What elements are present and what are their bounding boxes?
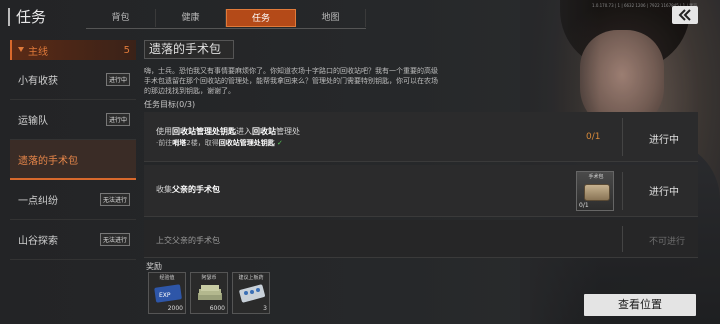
task-screen: 任务 背包 健康 任务 地图 1.0.170.73 | 1 | 6632 120… bbox=[0, 0, 720, 324]
reward-value: 3 bbox=[263, 305, 267, 312]
goal-row[interactable]: 使用回收站管理处钥匙进入回收站管理处 ·前往哨塔2楼，取得回收站管理处钥匙 ✓ … bbox=[144, 112, 698, 162]
quest-sidebar: 主线 5 小有收获 进行中 运输队 进行中 遗落的手术包 一点纠纷 无法进行 山… bbox=[10, 40, 136, 260]
tab-map[interactable]: 地图 bbox=[296, 9, 366, 27]
reward-name: 经验值 bbox=[159, 275, 175, 281]
category-label: 主线 bbox=[28, 46, 48, 58]
divider bbox=[622, 118, 623, 156]
status-badge: 无法进行 bbox=[99, 193, 130, 206]
goal-text: 收集父亲的手术包 bbox=[156, 184, 220, 195]
goal-text-part: 上交 bbox=[156, 236, 172, 245]
sidebar-item-label: 一点纠纷 bbox=[18, 196, 58, 207]
goal-row[interactable]: 收集父亲的手术包 手术包 0/1 进行中 bbox=[144, 165, 698, 217]
goal-sub-part: 2楼，取得 bbox=[186, 139, 219, 147]
category-count: 5 bbox=[123, 44, 130, 56]
goal-status: 进行中 bbox=[649, 187, 679, 198]
goal-subtext: ·前往哨塔2楼，取得回收站管理处钥匙 ✓ bbox=[156, 138, 283, 148]
goal-text-part: 收集 bbox=[156, 185, 172, 194]
reward-exp[interactable]: 经验值 EXP 2000 bbox=[148, 272, 186, 314]
rewards-label: 奖励 bbox=[146, 262, 162, 271]
status-badge: 进行中 bbox=[105, 73, 130, 86]
goal-sub-part: ·前往 bbox=[156, 139, 173, 147]
sidebar-item-label: 小有收获 bbox=[18, 76, 58, 87]
reward-name: 建议上板药 bbox=[238, 275, 264, 281]
check-icon: ✓ bbox=[276, 139, 283, 147]
goal-text-part: 使用 bbox=[156, 127, 172, 136]
reward-name: 阿瑟币 bbox=[201, 275, 217, 281]
sidebar-item-surgery-kit[interactable]: 遗落的手术包 bbox=[10, 140, 136, 180]
goal-text-part: 管理处 bbox=[276, 127, 300, 136]
goal-key-item: 父亲的手术包 bbox=[172, 185, 220, 194]
category-main[interactable]: 主线 5 bbox=[10, 40, 136, 60]
goal-sub-item: 回收站管理处钥匙 bbox=[218, 139, 275, 147]
reward-cash[interactable]: 阿瑟币 6000 bbox=[190, 272, 228, 314]
goals-label: 任务目标(0/3) bbox=[144, 100, 196, 109]
pill-pack-icon bbox=[239, 284, 265, 303]
item-slot-surgery-kit[interactable]: 手术包 0/1 bbox=[576, 171, 614, 211]
surgery-bag-icon bbox=[584, 184, 610, 201]
sidebar-item-convoy[interactable]: 运输队 进行中 bbox=[10, 100, 136, 140]
goal-location: 回收站 bbox=[252, 127, 276, 136]
goal-status: 不可进行 bbox=[649, 237, 686, 247]
back-button[interactable] bbox=[672, 6, 698, 24]
status-badge: 无法进行 bbox=[99, 233, 130, 246]
goal-text: 上交父亲的手术包 bbox=[156, 235, 220, 246]
quest-title: 遗落的手术包 bbox=[144, 40, 234, 59]
status-badge: 进行中 bbox=[105, 113, 130, 126]
sidebar-item-label: 山谷探索 bbox=[18, 236, 58, 247]
divider bbox=[622, 226, 623, 252]
reward-pills[interactable]: 建议上板药 3 bbox=[232, 272, 270, 314]
page-title: 任务 bbox=[8, 8, 46, 26]
cash-stack-icon bbox=[198, 285, 222, 300]
collapse-triangle-icon bbox=[18, 47, 24, 52]
tab-tasks[interactable]: 任务 bbox=[226, 9, 296, 27]
view-location-button[interactable]: 查看位置 bbox=[584, 294, 696, 316]
goal-status: 进行中 bbox=[649, 135, 679, 146]
goal-key-item: 回收站管理处钥匙 bbox=[172, 127, 236, 136]
quest-detail: 遗落的手术包 嗨，士兵。恐怕我又有事情要麻烦你了。你知道农场十字路口的回收站吧？… bbox=[144, 40, 698, 110]
goal-text-part: 进入 bbox=[236, 127, 252, 136]
reward-value: 2000 bbox=[167, 305, 183, 312]
divider bbox=[622, 172, 623, 210]
quest-description: 嗨，士兵。恐怕我又有事情要麻烦你了。你知道农场十字路口的回收站吧？我有一个重要的… bbox=[144, 67, 438, 95]
item-name: 手术包 bbox=[588, 174, 604, 180]
tab-health[interactable]: 健康 bbox=[156, 9, 226, 27]
goal-sub-location: 哨塔 bbox=[172, 139, 187, 147]
sidebar-item-label: 运输队 bbox=[18, 116, 48, 127]
sidebar-item-harvest[interactable]: 小有收获 进行中 bbox=[10, 60, 136, 100]
sidebar-item-label: 遗落的手术包 bbox=[18, 155, 78, 167]
goal-row[interactable]: 上交父亲的手术包 不可进行 bbox=[144, 220, 698, 258]
exp-card-icon: EXP bbox=[154, 284, 182, 303]
sidebar-item-valley[interactable]: 山谷探索 无法进行 bbox=[10, 220, 136, 260]
goal-count: 0/1 bbox=[586, 132, 601, 142]
reward-value: 6000 bbox=[209, 305, 225, 312]
sidebar-item-dispute[interactable]: 一点纠纷 无法进行 bbox=[10, 180, 136, 220]
double-chevron-left-icon bbox=[678, 9, 691, 21]
goal-text: 使用回收站管理处钥匙进入回收站管理处 bbox=[156, 126, 300, 137]
goal-key-item: 父亲的手术包 bbox=[172, 236, 220, 245]
top-tabs: 背包 健康 任务 地图 bbox=[86, 9, 366, 29]
item-quantity: 0/1 bbox=[579, 202, 589, 209]
tab-backpack[interactable]: 背包 bbox=[86, 9, 156, 27]
svg-text:EXP: EXP bbox=[159, 292, 171, 299]
